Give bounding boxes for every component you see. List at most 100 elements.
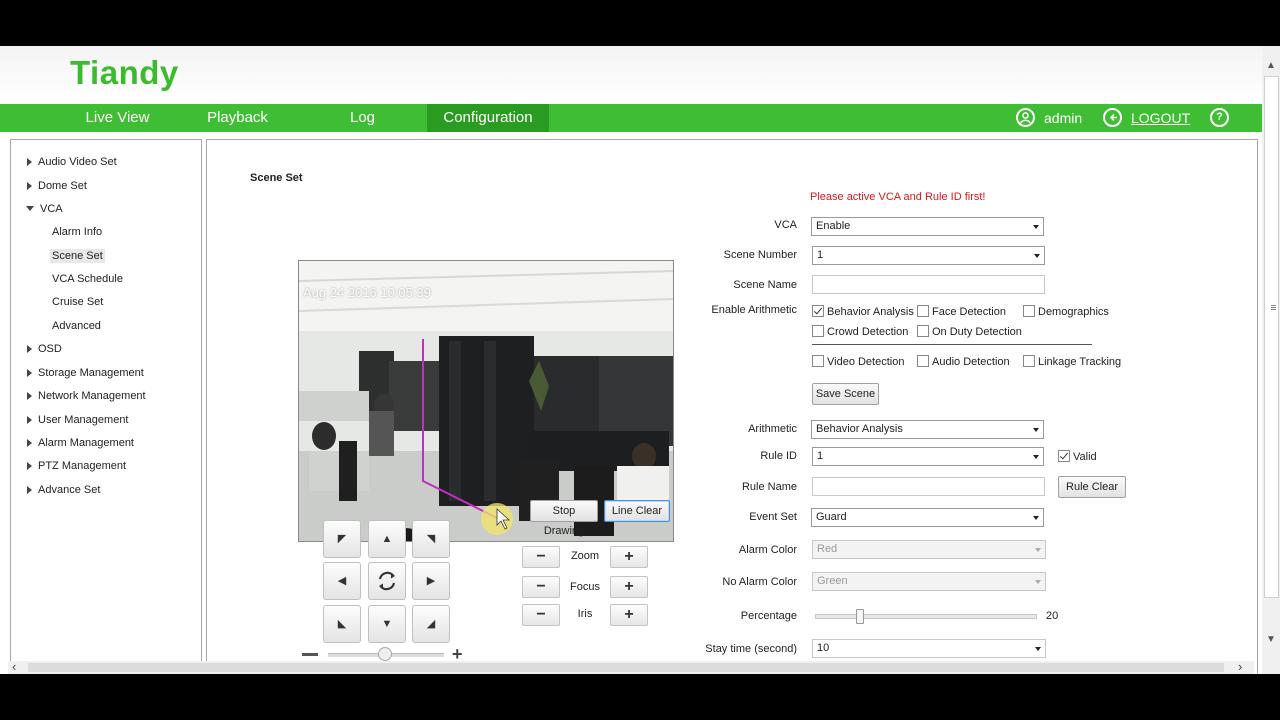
- percentage-slider-track[interactable]: [815, 614, 1037, 619]
- video-timestamp: Aug 24 2016 10:05:39: [303, 285, 431, 300]
- sidebar-item-network-management[interactable]: Network Management: [27, 390, 146, 402]
- vertical-scroll-thumb[interactable]: [1264, 76, 1279, 598]
- on-duty-detection-checkbox[interactable]: On Duty Detection: [917, 325, 1022, 338]
- speed-minus-icon[interactable]: [302, 653, 318, 656]
- ptz-right-button[interactable]: ▶: [412, 562, 450, 600]
- scroll-up-icon[interactable]: ▲: [1265, 60, 1277, 72]
- sidebar-item-advance-set[interactable]: Advance Set: [27, 484, 100, 496]
- chevron-down-icon: [1033, 225, 1039, 229]
- no-alarm-color-select[interactable]: Green: [812, 572, 1046, 591]
- event-set-select[interactable]: Guard: [811, 508, 1044, 527]
- rule-clear-button[interactable]: Rule Clear: [1058, 476, 1126, 498]
- help-button[interactable]: ?: [1210, 104, 1232, 132]
- zoom-out-button[interactable]: −: [522, 546, 560, 568]
- arithmetic-select[interactable]: Behavior Analysis: [811, 420, 1044, 439]
- ptz-down-left-button[interactable]: ◣: [323, 605, 361, 643]
- nav-playback[interactable]: Playback: [180, 104, 295, 132]
- valid-checkbox[interactable]: Valid: [1058, 450, 1097, 463]
- alarm-color-label: Alarm Color: [738, 544, 797, 556]
- scroll-down-icon[interactable]: ▼: [1265, 634, 1277, 646]
- sidebar-item-vca[interactable]: VCA: [26, 203, 63, 215]
- expand-icon: [27, 392, 32, 400]
- logout-link[interactable]: LOGOUT: [1103, 104, 1198, 132]
- rule-name-input[interactable]: [812, 477, 1045, 496]
- scroll-right-icon[interactable]: ›: [1238, 659, 1242, 674]
- collapse-icon: [26, 206, 34, 211]
- stop-drawing-button[interactable]: Stop Drawing: [530, 500, 598, 537]
- ptz-down-button[interactable]: ▼: [368, 605, 406, 643]
- app-window: Tiandy Live View Playback Log Configurat…: [0, 46, 1280, 674]
- sidebar-subitem-vca-schedule[interactable]: VCA Schedule: [52, 273, 123, 285]
- sidebar-item-alarm-management[interactable]: Alarm Management: [27, 437, 134, 449]
- user-icon: [1016, 108, 1035, 127]
- speed-slider-thumb[interactable]: [378, 647, 392, 661]
- sidebar-item-ptz-management[interactable]: PTZ Management: [27, 460, 126, 472]
- sidebar-item-user-management[interactable]: User Management: [27, 414, 129, 426]
- percentage-value: 20: [1046, 610, 1059, 622]
- focus-minus-button[interactable]: −: [522, 576, 560, 598]
- horizontal-scroll-thumb[interactable]: [28, 663, 1224, 672]
- demographics-checkbox[interactable]: Demographics: [1023, 305, 1109, 318]
- focus-label: Focus: [570, 581, 600, 593]
- behavior-analysis-checkbox[interactable]: Behavior Analysis: [812, 305, 914, 318]
- iris-plus-button[interactable]: +: [610, 604, 648, 626]
- video-detection-checkbox[interactable]: Video Detection: [812, 355, 904, 368]
- scene-number-label: Scene Number: [723, 249, 797, 261]
- ptz-down-right-button[interactable]: ◢: [412, 605, 450, 643]
- ptz-up-right-button[interactable]: ◥: [412, 520, 450, 558]
- checkbox-checked-icon: [812, 305, 824, 317]
- sidebar-subitem-scene-set[interactable]: Scene Set: [50, 249, 105, 263]
- checkbox-icon: [1023, 355, 1035, 367]
- scroll-left-icon[interactable]: ‹: [12, 659, 16, 674]
- nav-log[interactable]: Log: [305, 104, 420, 132]
- horizontal-scrollbar[interactable]: ‹ ›: [8, 659, 1254, 674]
- sidebar-item-storage-management[interactable]: Storage Management: [27, 367, 144, 379]
- nav-live-view[interactable]: Live View: [60, 104, 175, 132]
- checkbox-icon: [917, 325, 929, 337]
- stay-time-select[interactable]: 10: [812, 639, 1046, 658]
- sidebar-item-osd[interactable]: OSD: [27, 343, 62, 355]
- refresh-icon: [378, 571, 396, 591]
- face-detection-checkbox[interactable]: Face Detection: [917, 305, 1006, 318]
- chevron-down-icon: [1033, 455, 1039, 459]
- expand-icon: [27, 486, 32, 494]
- iris-minus-button[interactable]: −: [522, 604, 560, 626]
- crowd-detection-checkbox[interactable]: Crowd Detection: [812, 325, 908, 338]
- save-scene-button[interactable]: Save Scene: [812, 383, 879, 405]
- focus-plus-button[interactable]: +: [610, 576, 648, 598]
- ptz-auto-button[interactable]: [368, 562, 406, 600]
- sidebar-subitem-cruise-set[interactable]: Cruise Set: [52, 296, 103, 308]
- nav-configuration[interactable]: Configuration: [427, 104, 549, 132]
- percentage-slider-thumb[interactable]: [856, 609, 864, 624]
- section-title: Scene Set: [250, 172, 303, 184]
- enable-arithmetic-label: Enable Arithmetic: [711, 304, 797, 316]
- scene-name-input[interactable]: [812, 275, 1045, 294]
- sidebar-subitem-advanced[interactable]: Advanced: [52, 320, 101, 332]
- sidebar-item-dome-set[interactable]: Dome Set: [27, 180, 87, 192]
- rule-id-select[interactable]: 1: [812, 447, 1044, 466]
- percentage-label: Percentage: [740, 610, 797, 622]
- scene-number-select[interactable]: 1: [812, 246, 1045, 265]
- audio-detection-checkbox[interactable]: Audio Detection: [917, 355, 1010, 368]
- top-letterbox: [0, 0, 1280, 46]
- vca-select[interactable]: Enable: [811, 217, 1044, 236]
- no-alarm-color-label: No Alarm Color: [722, 576, 797, 588]
- vertical-scrollbar[interactable]: ▲ ▼: [1262, 46, 1280, 674]
- ptz-up-button[interactable]: ▲: [368, 520, 406, 558]
- linkage-tracking-checkbox[interactable]: Linkage Tracking: [1023, 355, 1121, 368]
- line-clear-button[interactable]: Line Clear: [604, 500, 670, 522]
- expand-icon: [27, 462, 32, 470]
- ptz-up-left-button[interactable]: ◤: [323, 520, 361, 558]
- ptz-left-button[interactable]: ◀: [323, 562, 361, 600]
- sidebar-item-audio-video-set[interactable]: Audio Video Set: [27, 156, 117, 168]
- user-area[interactable]: admin: [1016, 104, 1086, 132]
- zoom-in-button[interactable]: +: [610, 546, 648, 568]
- warning-message: Please active VCA and Rule ID first!: [810, 191, 986, 203]
- alarm-color-select[interactable]: Red: [812, 540, 1046, 559]
- sidebar-subitem-alarm-info[interactable]: Alarm Info: [52, 226, 102, 238]
- arithmetic-label: Arithmetic: [748, 423, 797, 435]
- expand-icon: [27, 439, 32, 447]
- logout-label: LOGOUT: [1131, 110, 1191, 126]
- sidebar: Audio Video Set Dome Set VCA Alarm Info …: [10, 139, 202, 674]
- zoom-label: Zoom: [570, 550, 600, 562]
